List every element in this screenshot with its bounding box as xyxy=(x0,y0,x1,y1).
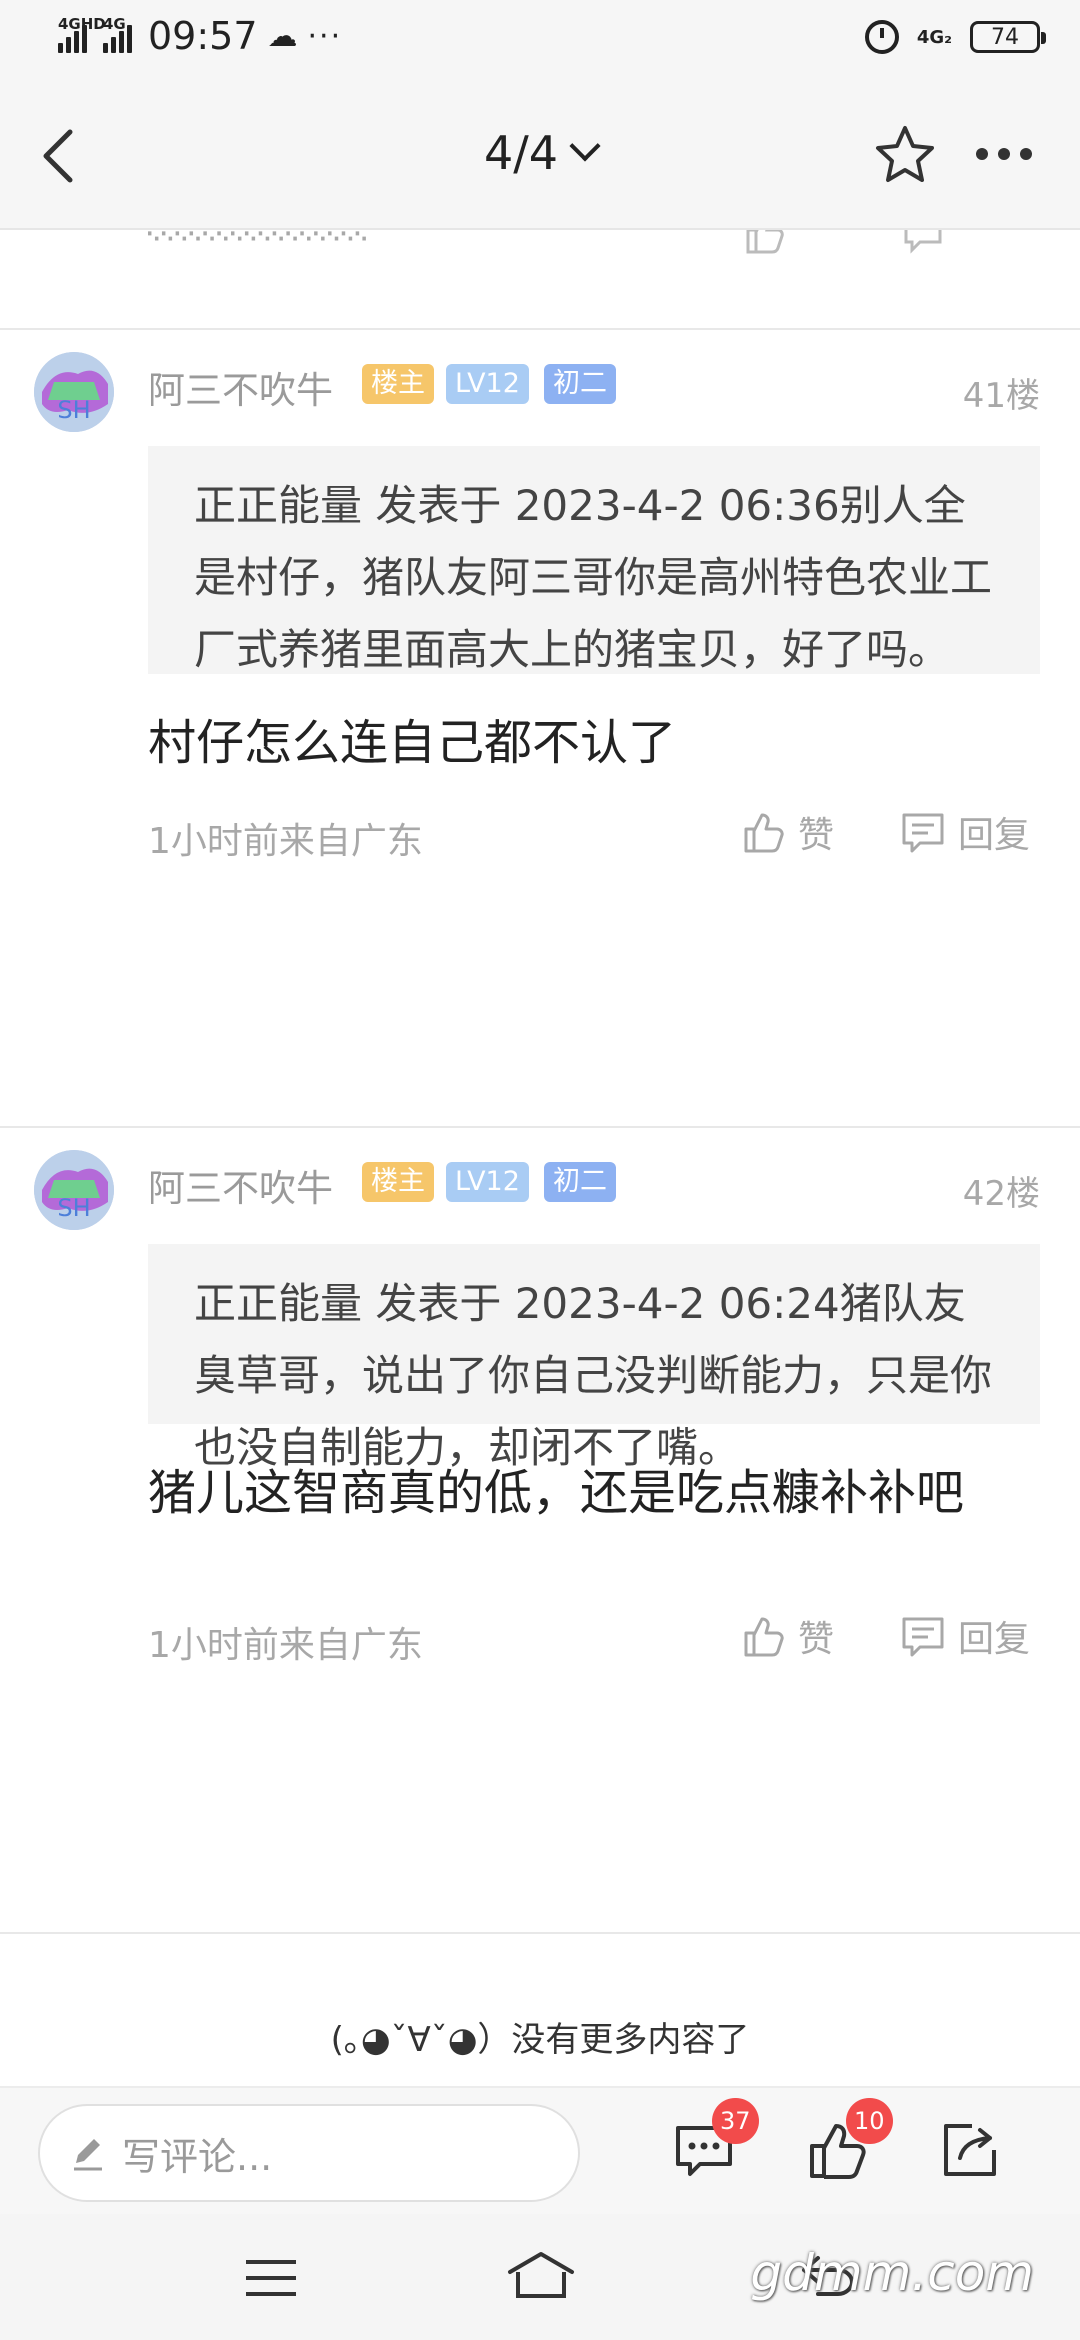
comment-input[interactable]: 写评论... xyxy=(38,2104,580,2202)
signal-icon: 4GHD xyxy=(58,15,106,53)
owner-badge: 楼主 xyxy=(362,1162,434,1202)
comment-bar: 写评论... 37 10 xyxy=(0,2086,1080,2214)
menu-icon xyxy=(246,2260,296,2296)
watermark: gdmm.com xyxy=(750,2244,1034,2302)
quoted-post[interactable]: 正正能量 发表于 2023-4-2 06:24猪队友臭草哥，说出了你自己没判断能… xyxy=(148,1244,1040,1472)
comment-icon xyxy=(902,1617,944,1657)
more-dot-icon xyxy=(1020,148,1032,160)
like-button[interactable]: 赞 xyxy=(740,1610,834,1662)
username[interactable]: 阿三不吹牛 xyxy=(148,1158,333,1212)
system-nav-bar: gdmm.com xyxy=(0,2214,1080,2340)
network-type-1: 4GHD xyxy=(58,15,106,33)
end-of-content: (｡◕ˇ∀ˇ◕）没有更多内容了 xyxy=(330,2020,750,2060)
favorite-button[interactable] xyxy=(872,122,938,188)
avatar[interactable]: SH xyxy=(34,1150,114,1230)
post-text: 猪儿这智商真的低，还是吃点糠补补吧 xyxy=(148,1465,965,1521)
nav-bar: 4/4 xyxy=(0,82,1080,230)
svg-text:SH: SH xyxy=(57,1194,90,1222)
menu-button[interactable] xyxy=(244,2258,298,2302)
page-indicator: 4/4 xyxy=(483,126,559,180)
floor-number: 41楼 xyxy=(962,376,1040,416)
comment-placeholder: 写评论... xyxy=(122,2134,273,2179)
partial-meta: ░░░░░░░░ xyxy=(148,230,369,241)
level-badge: LV12 xyxy=(446,1162,529,1202)
previous-post-partial: ░░░░░░░░ xyxy=(0,230,1080,328)
reply-label: 回复 xyxy=(958,815,1031,856)
floor-number: 42楼 xyxy=(962,1174,1040,1214)
svg-text:SH: SH xyxy=(57,396,90,424)
status-bar: 4GHD 4G 09:57 ☁ ··· 4G₂ 74 xyxy=(0,0,1080,82)
more-dot-icon xyxy=(998,148,1010,160)
more-notifications-icon: ··· xyxy=(307,18,343,54)
reply-button[interactable]: 回复 xyxy=(900,1610,1030,1662)
status-right: 4G₂ 74 xyxy=(864,20,1046,54)
divider xyxy=(0,1126,1080,1128)
comment-icon xyxy=(904,230,942,254)
battery-level: 74 xyxy=(991,24,1019,50)
post-text: 村仔怎么连自己都不认了 xyxy=(148,715,677,771)
level-badge: LV12 xyxy=(446,364,529,404)
username[interactable]: 阿三不吹牛 xyxy=(148,360,333,414)
comments-button[interactable]: 37 xyxy=(672,2098,759,2182)
network-type-2: 4G xyxy=(103,15,126,33)
avatar-image: SH xyxy=(34,352,114,432)
share-icon xyxy=(944,2124,996,2176)
network-type-3: 4G₂ xyxy=(916,26,952,48)
battery-icon: 74 xyxy=(970,21,1046,53)
reply-label: 回复 xyxy=(958,1619,1031,1660)
avatar[interactable]: SH xyxy=(34,352,114,432)
home-button[interactable] xyxy=(506,2250,576,2304)
thumbs-up-icon xyxy=(746,230,784,254)
cloud-icon: ☁ xyxy=(267,18,298,54)
post-meta: 1小时前来自广东 xyxy=(148,1625,423,1666)
quoted-post[interactable]: 正正能量 发表于 2023-4-2 06:36别人全是村仔，猪队友阿三哥你是高州… xyxy=(148,446,1040,674)
divider xyxy=(0,1932,1080,1934)
share-button[interactable] xyxy=(938,2118,1002,2182)
signal-icon-2: 4G xyxy=(103,15,132,53)
status-left: 4GHD 4G 09:57 ☁ ··· xyxy=(58,14,342,58)
comment-icon xyxy=(902,813,944,853)
more-dot-icon xyxy=(976,148,988,160)
owner-badge: 楼主 xyxy=(362,364,434,404)
divider xyxy=(0,328,1080,330)
thumbs-up-icon xyxy=(744,813,784,853)
post-meta: 1小时前来自广东 xyxy=(148,821,423,862)
thumbs-up-icon xyxy=(744,1617,784,1657)
pencil-icon xyxy=(74,2139,102,2171)
more-button[interactable] xyxy=(976,148,1032,160)
star-icon xyxy=(876,126,934,182)
like-button[interactable]: 赞 xyxy=(740,806,834,858)
clock: 09:57 xyxy=(148,14,258,58)
comments-count-badge: 37 xyxy=(712,2098,759,2144)
grade-badge: 初二 xyxy=(544,364,616,404)
grade-badge: 初二 xyxy=(544,1162,616,1202)
alarm-icon xyxy=(864,20,899,54)
like-thread-button[interactable]: 10 xyxy=(806,2098,893,2182)
chevron-down-icon xyxy=(569,130,601,162)
home-icon xyxy=(508,2252,574,2298)
avatar-image: SH xyxy=(34,1150,114,1230)
like-label: 赞 xyxy=(798,815,835,856)
like-label: 赞 xyxy=(798,1619,835,1660)
likes-count-badge: 10 xyxy=(846,2098,893,2144)
reply-button[interactable]: 回复 xyxy=(900,806,1030,858)
